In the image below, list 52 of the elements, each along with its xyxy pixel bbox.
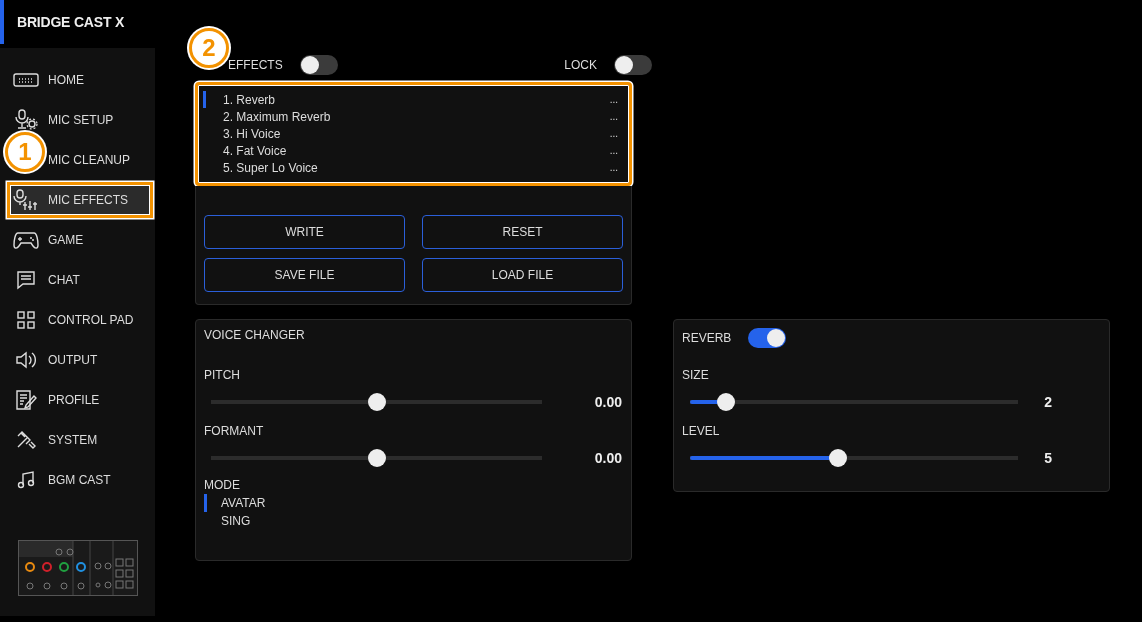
slider-thumb[interactable] <box>367 393 386 411</box>
slider-label: LEVEL <box>682 424 721 438</box>
sidebar-item[interactable]: CHAT <box>48 273 80 287</box>
sidebar-item[interactable]: HOME <box>48 73 84 87</box>
slider-value: 2 <box>1043 394 1052 410</box>
preset-item[interactable]: 5. Super Lo Voice ... <box>203 159 618 176</box>
preset-item[interactable]: 3. Hi Voice ... <box>203 125 618 142</box>
app-title: BRIDGE CAST X <box>17 14 125 30</box>
toggle-switch[interactable] <box>299 55 338 75</box>
sidebar-item[interactable]: BGM CAST <box>48 473 111 487</box>
action-button[interactable]: SAVE FILE <box>204 258 405 292</box>
preset-menu[interactable]: ... <box>609 162 618 173</box>
sidebar-item[interactable]: SYSTEM <box>48 433 98 447</box>
toggle-switch[interactable] <box>614 55 652 75</box>
preset-item[interactable]: 2. Maximum Reverb ... <box>203 108 618 125</box>
slider-label: SIZE <box>682 368 710 382</box>
preset-menu[interactable]: ... <box>609 111 618 122</box>
panel-title: REVERB <box>682 331 732 345</box>
action-button[interactable]: WRITE <box>204 215 405 249</box>
slider-thumb[interactable] <box>717 393 736 411</box>
sidebar-item[interactable]: GAME <box>48 233 84 247</box>
slider-value: 0.00 <box>593 450 622 466</box>
slider-value: 0.00 <box>593 394 622 410</box>
panel-title: VOICE CHANGER <box>204 328 306 342</box>
preset-item[interactable]: 4. Fat Voice ... <box>203 142 618 159</box>
preset-menu[interactable]: ... <box>609 94 618 105</box>
slider-value: 5 <box>1043 450 1052 466</box>
home-icon <box>10 72 42 88</box>
mode-option[interactable]: AVATAR <box>204 494 623 512</box>
toggle-label: EFFECTS <box>228 58 283 72</box>
sidebar-item[interactable]: MIC SETUP <box>48 113 114 127</box>
toggle-switch[interactable] <box>748 328 787 348</box>
preset-menu[interactable]: ... <box>609 145 618 156</box>
sidebar-item[interactable]: PROFILE <box>48 393 100 407</box>
mode-label: MODE <box>204 478 241 492</box>
step-callout-badge: 1 <box>5 132 45 172</box>
slider-thumb[interactable] <box>367 449 386 467</box>
sidebar-item[interactable]: CONTROL PAD <box>48 313 134 327</box>
action-button[interactable]: RESET <box>422 215 623 249</box>
preset-menu[interactable]: ... <box>609 128 618 139</box>
gamepad-icon <box>10 230 42 250</box>
sidebar-item[interactable]: OUTPUT <box>48 353 98 367</box>
sidebar-item[interactable]: MIC CLEANUP <box>48 153 130 167</box>
toggle-label: LOCK <box>564 58 597 72</box>
sidebar-item[interactable]: MIC EFFECTS <box>7 182 153 218</box>
slider-label: FORMANT <box>204 424 265 438</box>
step-callout-badge: 2 <box>189 28 229 68</box>
slider-label: PITCH <box>204 368 241 382</box>
preset-item[interactable]: 1. Reverb ... <box>203 91 618 108</box>
slider-thumb[interactable] <box>828 449 847 467</box>
action-button[interactable]: LOAD FILE <box>422 258 623 292</box>
mode-option[interactable]: SING <box>204 512 623 530</box>
